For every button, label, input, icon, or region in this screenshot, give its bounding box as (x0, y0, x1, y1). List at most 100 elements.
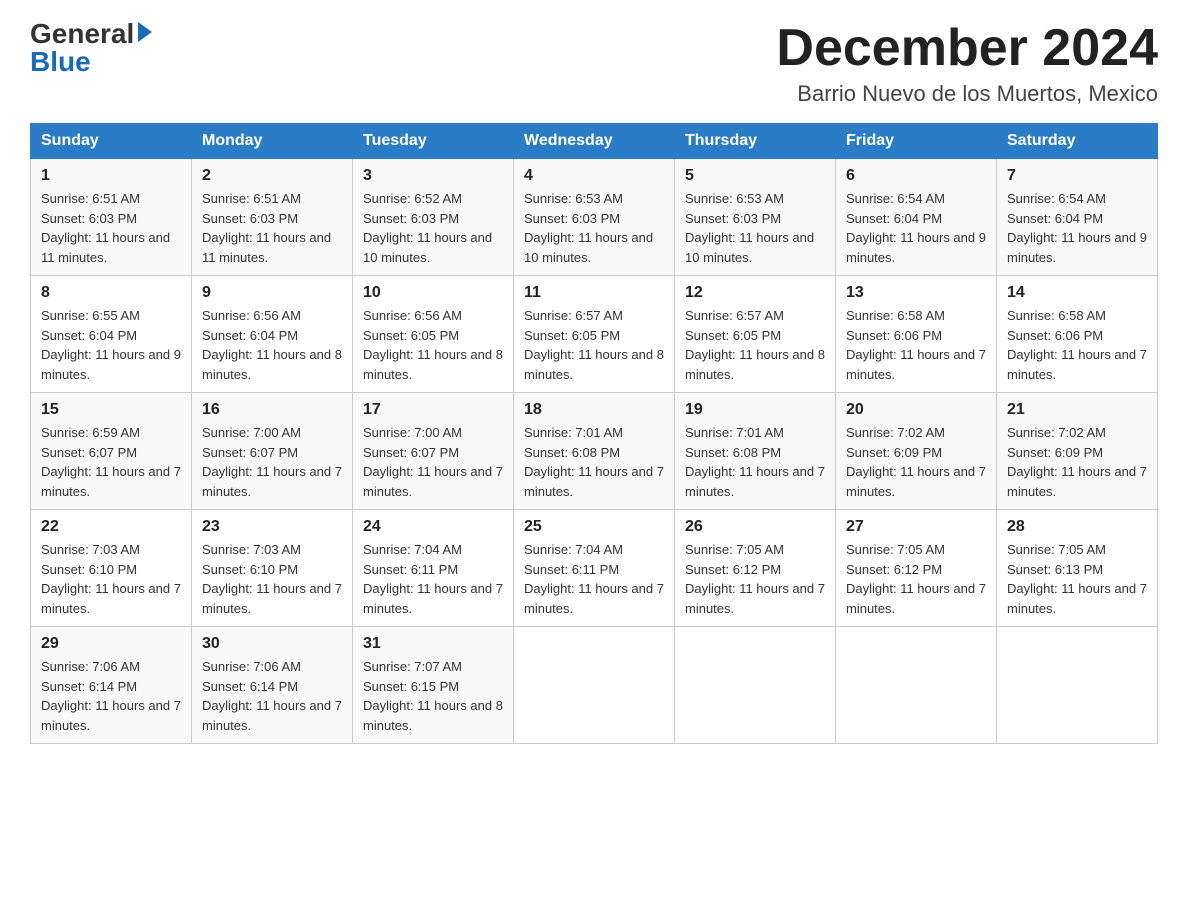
day-info: Sunrise: 7:06 AMSunset: 6:14 PMDaylight:… (41, 659, 181, 733)
table-row: 8 Sunrise: 6:55 AMSunset: 6:04 PMDayligh… (31, 276, 192, 393)
table-row: 24 Sunrise: 7:04 AMSunset: 6:11 PMDaylig… (353, 510, 514, 627)
table-row: 31 Sunrise: 7:07 AMSunset: 6:15 PMDaylig… (353, 627, 514, 744)
table-row (675, 627, 836, 744)
table-row (997, 627, 1158, 744)
day-number: 2 (202, 167, 342, 185)
day-number: 19 (685, 401, 825, 419)
table-row: 9 Sunrise: 6:56 AMSunset: 6:04 PMDayligh… (192, 276, 353, 393)
day-number: 9 (202, 284, 342, 302)
day-info: Sunrise: 7:02 AMSunset: 6:09 PMDaylight:… (1007, 425, 1147, 499)
table-row: 11 Sunrise: 6:57 AMSunset: 6:05 PMDaylig… (514, 276, 675, 393)
day-number: 26 (685, 518, 825, 536)
calendar-week-row: 29 Sunrise: 7:06 AMSunset: 6:14 PMDaylig… (31, 627, 1158, 744)
day-info: Sunrise: 6:58 AMSunset: 6:06 PMDaylight:… (846, 308, 986, 382)
day-number: 14 (1007, 284, 1147, 302)
day-number: 22 (41, 518, 181, 536)
day-info: Sunrise: 6:51 AMSunset: 6:03 PMDaylight:… (202, 191, 331, 265)
table-row: 19 Sunrise: 7:01 AMSunset: 6:08 PMDaylig… (675, 393, 836, 510)
table-row: 10 Sunrise: 6:56 AMSunset: 6:05 PMDaylig… (353, 276, 514, 393)
day-info: Sunrise: 7:00 AMSunset: 6:07 PMDaylight:… (202, 425, 342, 499)
day-number: 13 (846, 284, 986, 302)
header-monday: Monday (192, 124, 353, 159)
day-number: 5 (685, 167, 825, 185)
table-row: 2 Sunrise: 6:51 AMSunset: 6:03 PMDayligh… (192, 159, 353, 276)
day-info: Sunrise: 7:01 AMSunset: 6:08 PMDaylight:… (685, 425, 825, 499)
table-row: 18 Sunrise: 7:01 AMSunset: 6:08 PMDaylig… (514, 393, 675, 510)
day-number: 30 (202, 635, 342, 653)
day-info: Sunrise: 6:54 AMSunset: 6:04 PMDaylight:… (1007, 191, 1147, 265)
day-info: Sunrise: 7:05 AMSunset: 6:12 PMDaylight:… (685, 542, 825, 616)
day-number: 21 (1007, 401, 1147, 419)
table-row: 16 Sunrise: 7:00 AMSunset: 6:07 PMDaylig… (192, 393, 353, 510)
table-row: 28 Sunrise: 7:05 AMSunset: 6:13 PMDaylig… (997, 510, 1158, 627)
day-info: Sunrise: 7:05 AMSunset: 6:13 PMDaylight:… (1007, 542, 1147, 616)
table-row (836, 627, 997, 744)
day-info: Sunrise: 7:04 AMSunset: 6:11 PMDaylight:… (363, 542, 503, 616)
day-number: 23 (202, 518, 342, 536)
day-info: Sunrise: 7:00 AMSunset: 6:07 PMDaylight:… (363, 425, 503, 499)
table-row: 29 Sunrise: 7:06 AMSunset: 6:14 PMDaylig… (31, 627, 192, 744)
day-number: 1 (41, 167, 181, 185)
day-info: Sunrise: 7:03 AMSunset: 6:10 PMDaylight:… (202, 542, 342, 616)
header-wednesday: Wednesday (514, 124, 675, 159)
calendar-header-row: Sunday Monday Tuesday Wednesday Thursday… (31, 124, 1158, 159)
header-saturday: Saturday (997, 124, 1158, 159)
day-info: Sunrise: 6:55 AMSunset: 6:04 PMDaylight:… (41, 308, 181, 382)
day-number: 6 (846, 167, 986, 185)
table-row: 20 Sunrise: 7:02 AMSunset: 6:09 PMDaylig… (836, 393, 997, 510)
day-number: 16 (202, 401, 342, 419)
table-row: 27 Sunrise: 7:05 AMSunset: 6:12 PMDaylig… (836, 510, 997, 627)
location-title: Barrio Nuevo de los Muertos, Mexico (776, 81, 1158, 107)
calendar-table: Sunday Monday Tuesday Wednesday Thursday… (30, 123, 1158, 744)
table-row: 14 Sunrise: 6:58 AMSunset: 6:06 PMDaylig… (997, 276, 1158, 393)
table-row: 4 Sunrise: 6:53 AMSunset: 6:03 PMDayligh… (514, 159, 675, 276)
day-number: 29 (41, 635, 181, 653)
table-row: 5 Sunrise: 6:53 AMSunset: 6:03 PMDayligh… (675, 159, 836, 276)
day-number: 10 (363, 284, 503, 302)
logo: General Blue (30, 20, 152, 76)
calendar-week-row: 8 Sunrise: 6:55 AMSunset: 6:04 PMDayligh… (31, 276, 1158, 393)
table-row: 15 Sunrise: 6:59 AMSunset: 6:07 PMDaylig… (31, 393, 192, 510)
day-number: 15 (41, 401, 181, 419)
day-info: Sunrise: 6:57 AMSunset: 6:05 PMDaylight:… (524, 308, 664, 382)
day-info: Sunrise: 7:05 AMSunset: 6:12 PMDaylight:… (846, 542, 986, 616)
page-header: General Blue December 2024 Barrio Nuevo … (30, 20, 1158, 107)
table-row: 22 Sunrise: 7:03 AMSunset: 6:10 PMDaylig… (31, 510, 192, 627)
table-row (514, 627, 675, 744)
day-info: Sunrise: 6:52 AMSunset: 6:03 PMDaylight:… (363, 191, 492, 265)
day-info: Sunrise: 6:59 AMSunset: 6:07 PMDaylight:… (41, 425, 181, 499)
title-block: December 2024 Barrio Nuevo de los Muerto… (776, 20, 1158, 107)
header-sunday: Sunday (31, 124, 192, 159)
day-number: 12 (685, 284, 825, 302)
table-row: 21 Sunrise: 7:02 AMSunset: 6:09 PMDaylig… (997, 393, 1158, 510)
day-number: 18 (524, 401, 664, 419)
day-number: 17 (363, 401, 503, 419)
day-number: 28 (1007, 518, 1147, 536)
calendar-week-row: 15 Sunrise: 6:59 AMSunset: 6:07 PMDaylig… (31, 393, 1158, 510)
table-row: 30 Sunrise: 7:06 AMSunset: 6:14 PMDaylig… (192, 627, 353, 744)
day-info: Sunrise: 7:07 AMSunset: 6:15 PMDaylight:… (363, 659, 503, 733)
day-number: 25 (524, 518, 664, 536)
day-info: Sunrise: 6:58 AMSunset: 6:06 PMDaylight:… (1007, 308, 1147, 382)
day-info: Sunrise: 6:57 AMSunset: 6:05 PMDaylight:… (685, 308, 825, 382)
table-row: 3 Sunrise: 6:52 AMSunset: 6:03 PMDayligh… (353, 159, 514, 276)
table-row: 7 Sunrise: 6:54 AMSunset: 6:04 PMDayligh… (997, 159, 1158, 276)
day-info: Sunrise: 7:03 AMSunset: 6:10 PMDaylight:… (41, 542, 181, 616)
day-number: 4 (524, 167, 664, 185)
day-number: 11 (524, 284, 664, 302)
logo-arrow-icon (138, 22, 152, 42)
table-row: 13 Sunrise: 6:58 AMSunset: 6:06 PMDaylig… (836, 276, 997, 393)
day-number: 3 (363, 167, 503, 185)
table-row: 12 Sunrise: 6:57 AMSunset: 6:05 PMDaylig… (675, 276, 836, 393)
day-info: Sunrise: 6:53 AMSunset: 6:03 PMDaylight:… (685, 191, 814, 265)
table-row: 25 Sunrise: 7:04 AMSunset: 6:11 PMDaylig… (514, 510, 675, 627)
day-info: Sunrise: 7:06 AMSunset: 6:14 PMDaylight:… (202, 659, 342, 733)
table-row: 26 Sunrise: 7:05 AMSunset: 6:12 PMDaylig… (675, 510, 836, 627)
day-number: 20 (846, 401, 986, 419)
day-info: Sunrise: 6:53 AMSunset: 6:03 PMDaylight:… (524, 191, 653, 265)
table-row: 6 Sunrise: 6:54 AMSunset: 6:04 PMDayligh… (836, 159, 997, 276)
month-title: December 2024 (776, 20, 1158, 77)
day-number: 27 (846, 518, 986, 536)
day-info: Sunrise: 6:54 AMSunset: 6:04 PMDaylight:… (846, 191, 986, 265)
table-row: 17 Sunrise: 7:00 AMSunset: 6:07 PMDaylig… (353, 393, 514, 510)
